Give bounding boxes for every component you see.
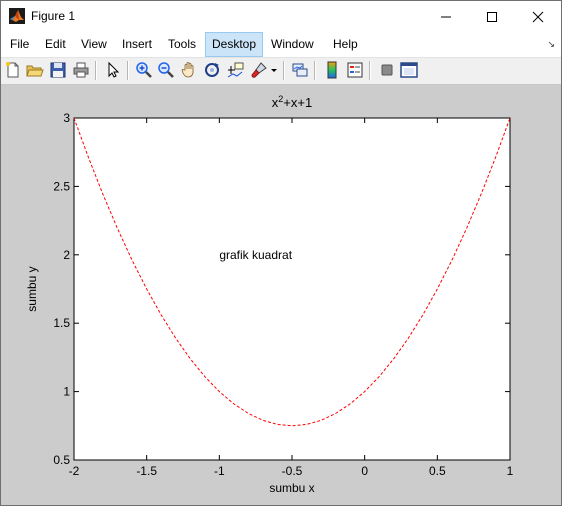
toolbar-separator [95, 61, 97, 80]
dropdown-arrow-icon[interactable] [269, 60, 279, 80]
x-tick-label: -0.5 [282, 464, 303, 478]
toolbar-separator [314, 61, 316, 80]
title-bar[interactable]: Figure 1 [1, 1, 561, 32]
minimize-icon [441, 16, 451, 17]
show-plot-tools-icon[interactable] [399, 60, 419, 80]
maximize-icon [487, 11, 497, 22]
brush-icon[interactable] [249, 60, 269, 80]
menu-file[interactable]: File [4, 32, 35, 57]
print-icon[interactable] [71, 60, 91, 80]
toolbar-separator [369, 61, 371, 80]
plot-svg[interactable]: -2 -1.5 -1 -0.5 0 0.5 1 0.5 1 1.5 2 2.5 3 x2+x+1 sum… [1, 85, 561, 505]
save-icon[interactable] [48, 60, 68, 80]
figure-window: Figure 1 File Edit View Insert Tools Des… [0, 0, 562, 506]
minimize-button[interactable] [423, 1, 469, 32]
dock-arrow-icon[interactable]: ↘ [547, 39, 555, 50]
rotate-3d-icon[interactable] [202, 60, 222, 80]
figure-canvas[interactable]: -2 -1.5 -1 -0.5 0 0.5 1 0.5 1 1.5 2 2.5 3 x2+x+1 sum… [1, 85, 561, 505]
axes-box[interactable] [73, 117, 511, 461]
zoom-in-icon[interactable] [134, 60, 154, 80]
y-tick-label: 1.5 [53, 316, 70, 330]
new-figure-icon[interactable] [3, 60, 23, 80]
x-tick-label: 0 [361, 464, 368, 478]
pan-icon[interactable] [179, 60, 199, 80]
x-axis-label: sumbu x [269, 481, 314, 495]
data-cursor-icon[interactable] [225, 60, 245, 80]
plot-title: x2+x+1 [272, 94, 312, 110]
y-tick-label: 0.5 [53, 453, 70, 467]
menu-window[interactable]: Window [265, 32, 320, 57]
menu-desktop[interactable]: Desktop [205, 32, 264, 57]
colorbar-icon[interactable] [322, 60, 342, 80]
toolbar-separator [283, 61, 285, 80]
close-icon [532, 11, 544, 22]
x-tick-label: 1 [507, 464, 514, 478]
menu-view[interactable]: View [75, 32, 113, 57]
hide-plot-tools-icon[interactable] [377, 60, 397, 80]
menu-edit[interactable]: Edit [39, 32, 72, 57]
y-tick-label: 1 [63, 385, 70, 399]
window-title: Figure 1 [31, 9, 76, 23]
link-plot-icon[interactable] [290, 60, 310, 80]
y-tick-label: 2 [63, 248, 70, 262]
zoom-out-icon[interactable] [156, 60, 176, 80]
annotation-text: grafik kuadrat [219, 248, 292, 262]
x-tick-label: 0.5 [429, 464, 446, 478]
matlab-icon [9, 8, 25, 24]
pointer-icon[interactable] [103, 60, 123, 80]
menu-help[interactable]: Help [327, 32, 364, 57]
menu-tools[interactable]: Tools [162, 32, 202, 57]
y-axis-label: sumbu y [25, 266, 39, 311]
legend-icon[interactable] [345, 60, 365, 80]
maximize-button[interactable] [469, 1, 515, 32]
toolbar-separator [127, 61, 129, 80]
x-tick-label: -1.5 [136, 464, 157, 478]
menu-bar: File Edit View Insert Tools Desktop Wind… [1, 32, 561, 58]
open-file-icon[interactable] [25, 60, 45, 80]
x-tick-label: -1 [214, 464, 225, 478]
close-button[interactable] [515, 1, 561, 32]
y-tick-label: 2.5 [53, 179, 70, 193]
y-tick-label: 3 [63, 111, 70, 125]
figure-toolbar [1, 58, 561, 85]
x-tick-label: -2 [69, 464, 80, 478]
menu-insert[interactable]: Insert [116, 32, 158, 57]
